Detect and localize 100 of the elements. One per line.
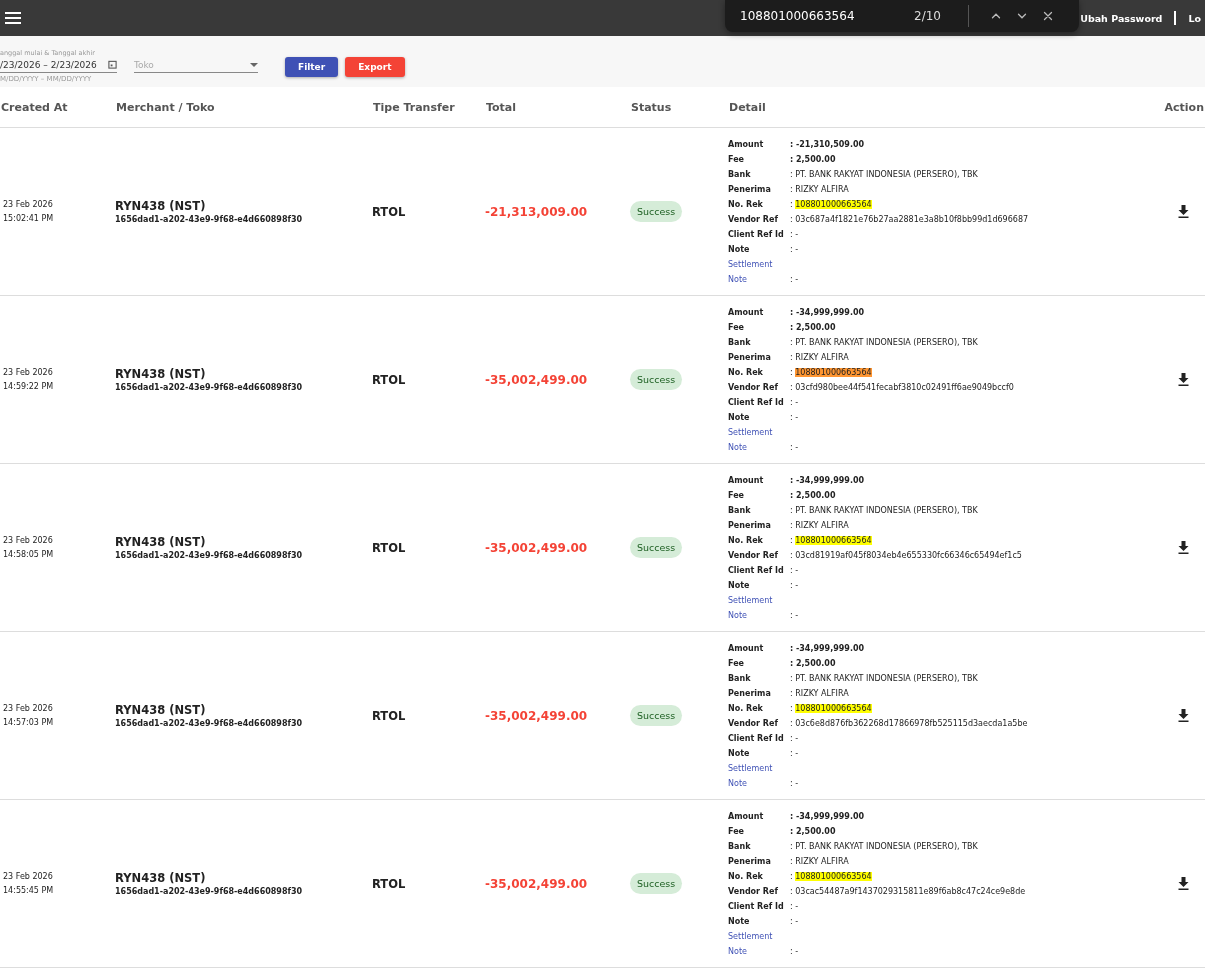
download-button[interactable]: [1178, 205, 1189, 218]
detail-value: : 2,500.00: [790, 657, 837, 670]
nav-link[interactable]: Lo: [1188, 12, 1201, 24]
download-icon: [1178, 373, 1189, 386]
created-time: 14:57:03 PM: [2, 718, 55, 727]
detail-link[interactable]: Note: [728, 775, 790, 791]
created-time: 14:55:45 PM: [2, 886, 55, 895]
detail-value: : -: [790, 900, 800, 913]
download-icon: [1178, 541, 1189, 554]
detail-value: : 108801000663564: [790, 702, 873, 715]
detail-link[interactable]: Settlement: [728, 592, 790, 608]
detail-value: : RIZKY ALFIRA: [790, 183, 850, 196]
detail-value: : -34,999,999.00: [790, 474, 866, 487]
total-amount: -35,002,499.00: [485, 708, 589, 723]
total-amount: -35,002,499.00: [485, 540, 589, 555]
detail-label: Vendor Ref: [728, 213, 779, 226]
detail-label: Penerima: [728, 519, 772, 532]
detail-label: Fee: [728, 825, 745, 838]
detail-value: : -34,999,999.00: [790, 642, 866, 655]
detail-value: : 108801000663564: [790, 870, 873, 883]
status-badge: Success: [630, 201, 683, 222]
column-header: Merchant / Toko: [115, 100, 216, 114]
merchant-id: 1656dad1-a202-43e9-9f68-e4d660898f30: [115, 551, 304, 560]
nav-link[interactable]: Ubah Password: [1080, 12, 1163, 24]
detail-value: : RIZKY ALFIRA: [790, 519, 850, 532]
search-highlight: 108801000663564: [795, 871, 872, 881]
detail-value: : 2,500.00: [790, 489, 837, 502]
detail-value: : -: [790, 609, 800, 622]
detail-value: : -: [790, 441, 800, 454]
download-button[interactable]: [1178, 373, 1189, 386]
merchant-name: RYN438 (NST): [115, 871, 207, 885]
column-header: Created At: [0, 100, 69, 114]
match-count: 2/10: [914, 9, 942, 23]
detail-value: : RIZKY ALFIRA: [790, 351, 850, 364]
detail-label: Penerima: [728, 855, 772, 868]
detail-value: : -: [790, 732, 800, 745]
detail-value: : 03c687a4f1821e76b27aa2881e3a8b10f8bb99d1d696687: [790, 213, 1030, 226]
detail-link[interactable]: Note: [728, 271, 790, 287]
filter-button[interactable]: Filter: [285, 57, 339, 77]
created-date: 23 Feb 2026: [2, 536, 54, 545]
detail-label: Note: [728, 579, 751, 592]
search-highlight: 108801000663564: [795, 703, 872, 713]
detail-label: Note: [728, 747, 751, 760]
close-icon: [1041, 9, 1055, 23]
dropdown-caret-icon: [250, 62, 258, 67]
created-date: 23 Feb 2026: [2, 704, 54, 713]
download-button[interactable]: [1178, 541, 1189, 554]
transfer-type: RTOL: [372, 708, 407, 723]
download-icon: [1178, 205, 1189, 218]
detail-link[interactable]: Note: [728, 439, 790, 455]
detail-link[interactable]: Note: [728, 607, 790, 623]
detail-value: : -21,310,509.00: [790, 138, 866, 151]
detail-value: : -: [790, 411, 800, 424]
detail-label: No. Rek: [728, 198, 764, 211]
detail-link[interactable]: Note: [728, 943, 790, 959]
calendar-icon: [108, 60, 117, 69]
created-date: 23 Feb 2026: [2, 200, 54, 209]
transfer-type: RTOL: [372, 540, 407, 555]
find-input-field[interactable]: 108801000663564: [740, 9, 900, 23]
download-button[interactable]: [1178, 877, 1189, 890]
detail-link[interactable]: Settlement: [728, 256, 790, 272]
detail-value: : PT. BANK RAKYAT INDONESIA (PERSERO), TBK: [790, 672, 979, 685]
detail-label: Bank: [728, 840, 752, 853]
detail-value: : 03c6e8d876fb362268d17866978fb525115d3aecda1a5be: [790, 717, 1029, 730]
download-button[interactable]: [1178, 709, 1189, 722]
search-highlight: 108801000663564: [795, 535, 872, 545]
merchant-name: RYN438 (NST): [115, 703, 207, 717]
detail-label: No. Rek: [728, 534, 764, 547]
detail-value: : 108801000663564: [790, 198, 873, 211]
detail-label: Fee: [728, 321, 745, 334]
detail-label: Client Ref Id: [728, 396, 785, 409]
detail-value: : PT. BANK RAKYAT INDONESIA (PERSERO), TBK: [790, 504, 979, 517]
detail-value: : PT. BANK RAKYAT INDONESIA (PERSERO), TBK: [790, 168, 979, 181]
detail-value: : -34,999,999.00: [790, 810, 866, 823]
detail-value: : -: [790, 777, 800, 790]
created-date: 23 Feb 2026: [2, 872, 54, 881]
detail-value: : -: [790, 243, 800, 256]
date-range-field[interactable]: /23/2026 – 2/23/2026: [0, 57, 117, 73]
detail-value: : -: [790, 273, 800, 286]
detail-value: : RIZKY ALFIRA: [790, 855, 850, 868]
total-amount: -21,313,009.00: [485, 204, 589, 219]
detail-label: Fee: [728, 489, 745, 502]
download-icon: [1178, 709, 1189, 722]
status-badge: Success: [630, 537, 683, 558]
detail-link[interactable]: Settlement: [728, 928, 790, 944]
detail-label: Note: [728, 915, 751, 928]
status-badge: Success: [630, 369, 683, 390]
detail-value: : PT. BANK RAKYAT INDONESIA (PERSERO), TBK: [790, 840, 979, 853]
menu-icon[interactable]: [4, 11, 22, 25]
detail-value: : -: [790, 564, 800, 577]
detail-link[interactable]: Settlement: [728, 760, 790, 776]
created-time: 14:58:05 PM: [2, 550, 55, 559]
transfer-type: RTOL: [372, 372, 407, 387]
detail-label: No. Rek: [728, 702, 764, 715]
detail-value: : -: [790, 396, 800, 409]
merchant-name: RYN438 (NST): [115, 199, 207, 213]
detail-value: : -: [790, 945, 800, 958]
detail-label: Vendor Ref: [728, 717, 779, 730]
detail-link[interactable]: Settlement: [728, 424, 790, 440]
export-button[interactable]: Export: [345, 57, 405, 77]
